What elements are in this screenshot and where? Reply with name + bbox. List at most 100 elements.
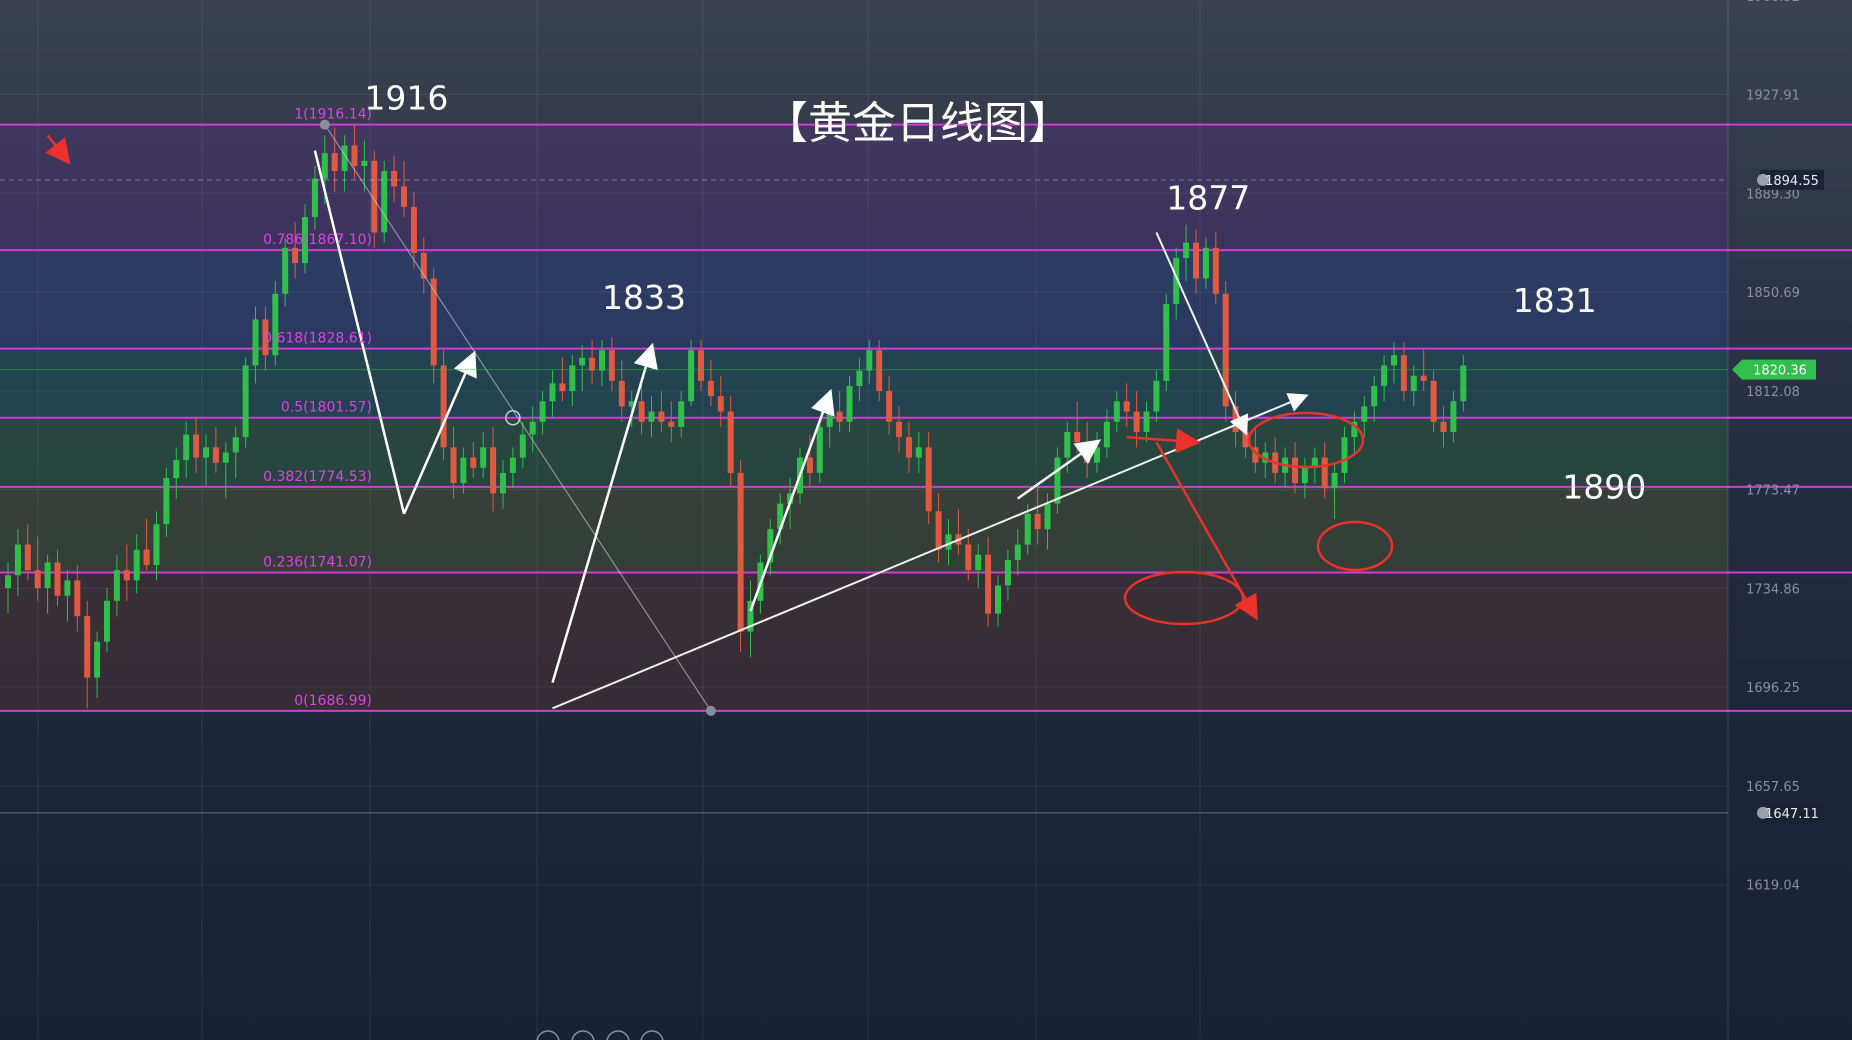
candle-body	[559, 383, 566, 392]
candle-body	[1430, 380, 1437, 422]
candle-body	[925, 447, 932, 512]
chart-canvas[interactable]: 1(1916.14) 0.786(1867.10) 0.618(1828.61) 0.…	[0, 0, 1852, 1040]
candle-body	[480, 447, 487, 468]
candle-body	[1044, 503, 1051, 530]
candle-body	[24, 544, 31, 571]
fib-band	[0, 348, 1728, 418]
current-price-label: 1820.36	[1753, 364, 1807, 379]
candle-body	[1103, 421, 1110, 448]
fib-band	[0, 417, 1728, 487]
candle-body	[668, 421, 675, 427]
candle-body	[1410, 375, 1417, 392]
gold-daily-chart[interactable]: 1(1916.14) 0.786(1867.10) 0.618(1828.61) 0.…	[0, 0, 1852, 1040]
candle-body	[698, 350, 704, 381]
candle-body	[1341, 437, 1348, 473]
candle-body	[519, 434, 526, 458]
candle-body	[282, 247, 289, 294]
candle-body	[1301, 467, 1308, 484]
y-tick-label: 1657.65	[1746, 780, 1800, 795]
candle-body	[995, 585, 1001, 614]
candle-body	[252, 319, 259, 366]
price-annotation: 1833	[602, 278, 686, 317]
candle-body	[331, 153, 338, 172]
candle-body	[915, 447, 922, 458]
fib-level-label: 0.786(1867.10)	[263, 232, 372, 248]
candle-body	[1202, 247, 1209, 279]
candle-body	[84, 616, 91, 678]
candle-body	[1014, 544, 1021, 560]
candle-body	[886, 391, 893, 422]
candle-body	[470, 457, 477, 468]
candle-body	[1420, 375, 1427, 381]
candle-body	[599, 350, 605, 371]
candle-body	[1004, 559, 1011, 586]
candle-body	[965, 544, 972, 571]
fib-level-label: 0.236(1741.07)	[263, 555, 372, 571]
candle-body	[935, 511, 942, 550]
candle-body	[876, 350, 883, 392]
candle-body	[539, 401, 546, 422]
nav-dot[interactable]	[640, 1030, 664, 1040]
candle-body	[846, 385, 853, 422]
candle-body	[123, 570, 130, 581]
candle-body	[866, 350, 873, 371]
candle-body	[1212, 247, 1219, 294]
candle-body	[153, 524, 160, 566]
candle-body	[292, 247, 299, 264]
candle-body	[361, 160, 368, 166]
candle-body	[618, 380, 625, 407]
candle-body	[945, 534, 952, 550]
alert-price-label: 1647.11	[1765, 807, 1819, 822]
candle-body	[490, 447, 497, 494]
candle-body	[905, 437, 912, 458]
candle-body	[836, 411, 843, 422]
candle-body	[707, 380, 714, 397]
candle-body	[856, 370, 863, 386]
candle-body	[133, 549, 140, 581]
candle-body	[143, 549, 150, 566]
candle-body	[1113, 401, 1120, 422]
candle-body	[1361, 406, 1368, 422]
candle-body	[1084, 442, 1091, 463]
candle-body	[509, 457, 516, 473]
nav-dot[interactable]	[606, 1030, 630, 1040]
nav-dot[interactable]	[536, 1030, 560, 1040]
candle-body	[430, 278, 437, 366]
candle-body	[410, 206, 417, 253]
candle-body	[896, 421, 902, 438]
candle-body	[500, 472, 506, 494]
candle-body	[242, 365, 249, 438]
y-tick-label: 1850.69	[1746, 286, 1800, 301]
candle-body	[1024, 513, 1031, 545]
candle-body	[1450, 401, 1457, 432]
fib-anchor-handle[interactable]	[705, 705, 716, 716]
candle-body	[579, 357, 586, 366]
candle-body	[737, 472, 744, 632]
candle-body	[1331, 472, 1338, 489]
candle-body	[1153, 380, 1160, 412]
candle-body	[826, 411, 833, 427]
chart-title: 【黄金日线图】	[764, 98, 1072, 149]
candle-body	[1292, 457, 1298, 484]
candle-body	[638, 401, 645, 422]
candle-body	[450, 447, 457, 484]
candle-body	[74, 580, 81, 617]
nav-dot[interactable]	[571, 1030, 595, 1040]
candle-body	[816, 426, 823, 473]
y-tick-label: 1966.52	[1746, 0, 1800, 5]
candle-body	[1143, 411, 1150, 432]
y-tick-label: 1812.08	[1746, 385, 1800, 400]
candle-body	[1440, 421, 1447, 432]
y-tick-label: 1734.86	[1746, 582, 1800, 597]
fib-level-label: 0.5(1801.57)	[281, 400, 372, 416]
candle-body	[589, 357, 596, 371]
candle-body	[1321, 457, 1328, 489]
fib-level-label: 0(1686.99)	[294, 693, 372, 709]
candle-body	[1193, 242, 1199, 279]
candle-body	[1034, 513, 1041, 530]
y-tick-label: 1927.91	[1746, 89, 1800, 104]
candle-body	[678, 401, 685, 427]
candle-body	[351, 145, 358, 166]
candle-body	[203, 447, 209, 458]
candle-body	[648, 411, 655, 422]
